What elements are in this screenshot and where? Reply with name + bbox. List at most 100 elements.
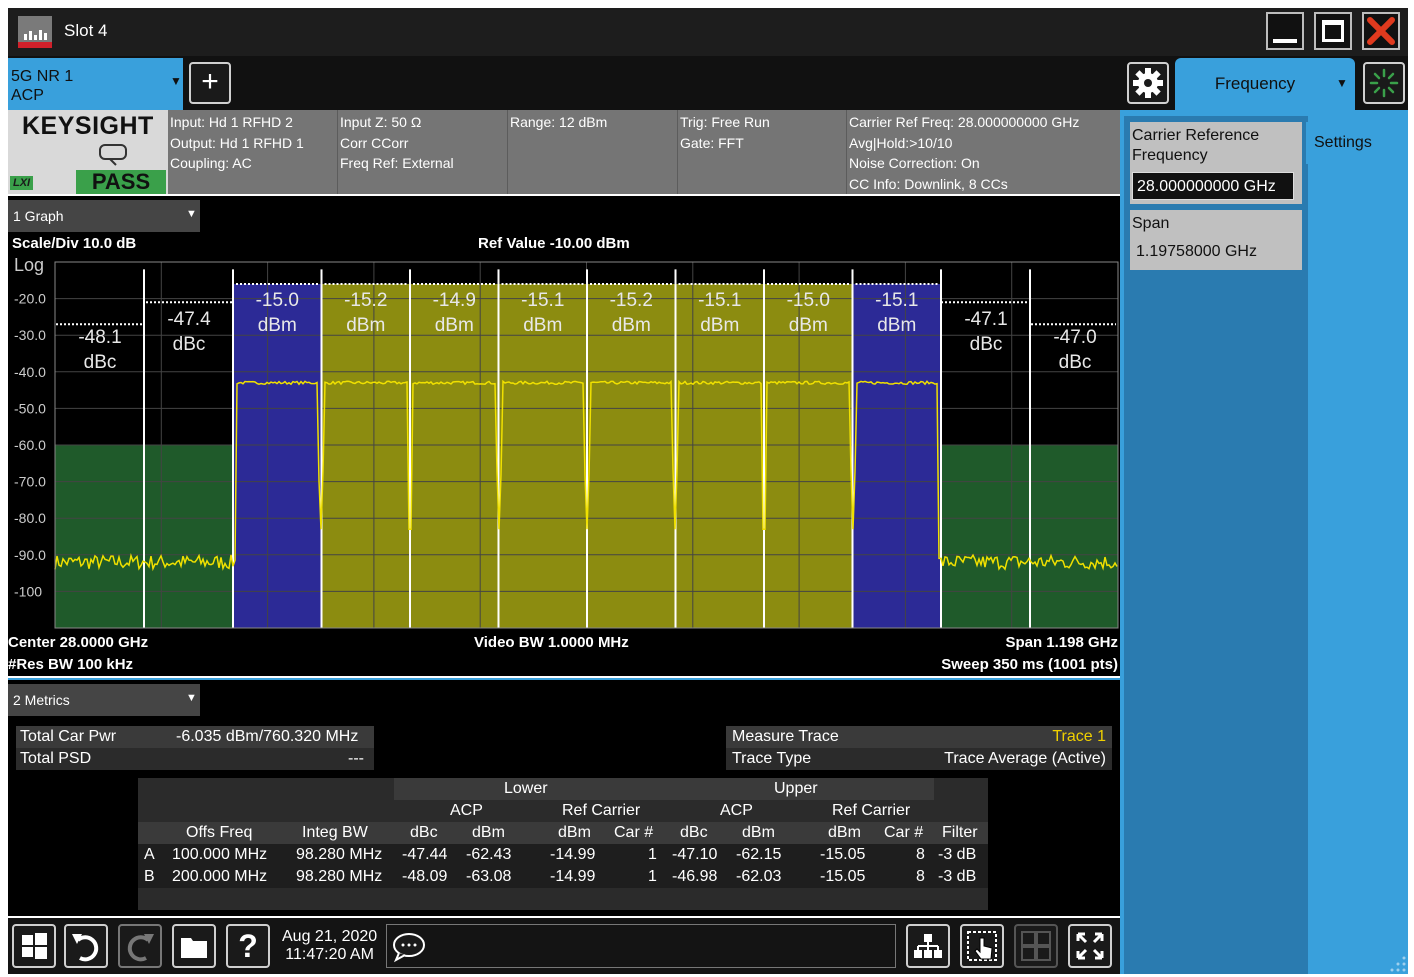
layout-button[interactable] [906,924,950,968]
tab-5g-nr-acp[interactable]: 5G NR 1 ACP [8,58,183,110]
date-label: Aug 21, 2020 [282,928,378,945]
brand-label: KEYSIGHT [22,112,154,140]
chevron-down-icon[interactable]: ▼ [170,74,182,88]
trace-type-value: Trace Average (Active) [944,750,1106,767]
undo-button[interactable] [64,924,108,968]
tab-measurement-label: ACP [11,87,44,104]
res-bw-label[interactable]: #Res BW 100 kHz [8,656,133,673]
scale-div-label[interactable]: Scale/Div 10.0 dB [12,235,136,252]
table-cell: -62.15 [736,846,782,863]
carrier-power-unit: dBm [523,315,562,336]
network-icon [914,934,942,958]
carrier-power-unit: dBm [346,315,385,336]
table-cell: 8 [916,868,925,885]
help-button[interactable]: ? [226,924,270,968]
message-bar[interactable] [386,924,896,968]
add-screen-button[interactable]: + [189,62,231,104]
table-header-acp-upper: ACP [720,802,753,819]
lxi-logo: LXI [10,176,34,190]
table-cell: 98.280 MHz [296,846,383,863]
info-trigger-col[interactable]: Trig: Free Run Gate: FFT [680,112,770,153]
carrier-ref-freq-input[interactable]: 28.000000000 GHz [1132,172,1294,200]
metrics-window[interactable]: 2 Metrics ▼ Total Car Pwr -6.035 dBm/760… [8,678,1120,916]
y-tick-label: -60.0 [14,437,46,453]
measure-trace-value[interactable]: Trace 1 [1052,726,1106,748]
redo-button[interactable] [118,924,162,968]
table-cell: 98.280 MHz [296,868,383,885]
table-cell: -62.03 [736,868,782,885]
total-car-pwr-value: -6.035 dBm/760.320 MHz [176,728,359,745]
chevron-down-icon[interactable]: ▼ [186,208,197,220]
table-col-integ-bw: Integ BW [302,824,368,841]
pass-status-badge: PASS [76,170,166,194]
table-col-lower-dbm: dBm [472,824,505,841]
table-cell: 200.000 MHz [172,868,268,885]
info-carrier-col[interactable]: Carrier Ref Freq: 28.000000000 GHz Avg|H… [849,112,1079,194]
table-cell: 100.000 MHz [172,846,268,863]
offset-power-value: -47.1 [964,309,1007,330]
table-col-upper-ref-dbm: dBm [828,824,861,841]
metrics-window-tab[interactable]: 2 Metrics [8,684,200,716]
carrier-power-value: -15.2 [610,290,653,311]
span-input[interactable]: 1.19758000 GHz [1132,238,1294,266]
y-tick-label: -20.0 [14,291,46,307]
video-bw-label[interactable]: Video BW 1.0000 MHz [474,634,629,651]
settings-button[interactable] [1127,62,1169,104]
menu-frequency-tab[interactable]: Frequency [1175,58,1355,112]
undo-icon [72,934,99,962]
remote-control-icon[interactable] [98,144,128,166]
carrier-power-unit: dBm [258,315,297,336]
close-button[interactable] [1362,12,1400,50]
info-range-col[interactable]: Range: 12 dBm [510,112,607,133]
windows-icon [22,933,47,959]
offset-power-value: -48.1 [78,327,121,348]
grid-icon [1021,931,1051,961]
folder-icon [181,938,207,958]
table-col-lower-car: Car # [614,824,654,841]
table-cell: -3 dB [938,846,977,863]
table-cell: -47.10 [672,846,718,863]
ref-value-label[interactable]: Ref Value -10.00 dBm [478,235,630,252]
maximize-button[interactable] [1314,12,1352,50]
minimize-button[interactable] [1266,12,1304,50]
info-impedance-col[interactable]: Input Z: 50 Ω Corr CCorr Freq Ref: Exter… [340,112,454,174]
acp-table: Lower Upper ACP Ref Carrier ACP Ref Carr… [138,778,988,910]
span-param-label: Span [1132,215,1170,232]
message-icon [393,933,425,963]
carrier-ref-freq-setting: Carrier Ref Freq: 28.000000000 GHz [849,114,1080,130]
carrier-power-unit: dBm [789,315,828,336]
info-input-col[interactable]: Input: Hd 1 RFHD 2 Output: Hd 1 RFHD 1 C… [170,112,304,174]
graph-window[interactable]: -20.0 -30.0 -40.0 -50.0 -60.0 -70.0 -80.0 -90.0… [8,196,1120,676]
multi-window-button[interactable] [1014,924,1058,968]
chevron-down-icon[interactable]: ▼ [186,692,197,704]
frequency-menu: Carrier Reference Frequency 28.000000000… [1124,116,1308,974]
file-button[interactable] [172,924,216,968]
measure-trace-label: Measure Trace [732,728,839,745]
resize-grip-icon[interactable] [1386,944,1408,974]
cc-info-setting: CC Info: Downlink, 8 CCs [849,175,1008,192]
input-z-setting: Input Z: 50 Ω [340,114,422,130]
tab-mode-label: 5G NR 1 [11,68,74,85]
table-cell: -14.99 [550,846,596,863]
chevron-down-icon[interactable]: ▼ [1336,76,1348,90]
maximize-window-button[interactable] [1068,924,1112,968]
gear-icon [1133,68,1163,98]
table-cell: -46.98 [672,868,718,885]
settings-tab[interactable]: Settings [1306,122,1408,164]
touch-button[interactable] [960,924,1004,968]
table-col-lower-ref-dbm: dBm [558,824,591,841]
carrier-power-value: -15.0 [787,290,830,311]
busy-indicator-button[interactable] [1363,62,1405,104]
graph-window-tab[interactable]: 1 Graph [8,200,200,232]
sweep-label[interactable]: Sweep 350 ms (1001 pts) [941,656,1118,673]
y-tick-label: -80.0 [14,510,46,526]
app-icon [18,16,52,48]
y-tick-label: -70.0 [14,474,46,490]
center-freq-label[interactable]: Center 28.0000 GHz [8,634,148,651]
windows-start-button[interactable] [12,924,56,968]
measurement-info-bar: KEYSIGHT LXI PASS Input: Hd 1 RFHD 2 Out… [8,110,1120,194]
spectrum-plot[interactable]: -20.0 -30.0 -40.0 -50.0 -60.0 -70.0 -80.0 -90.0… [8,196,1120,676]
table-cell: -48.09 [402,868,448,885]
span-label[interactable]: Span 1.198 GHz [1005,634,1118,651]
y-tick-label: -100 [14,583,42,599]
